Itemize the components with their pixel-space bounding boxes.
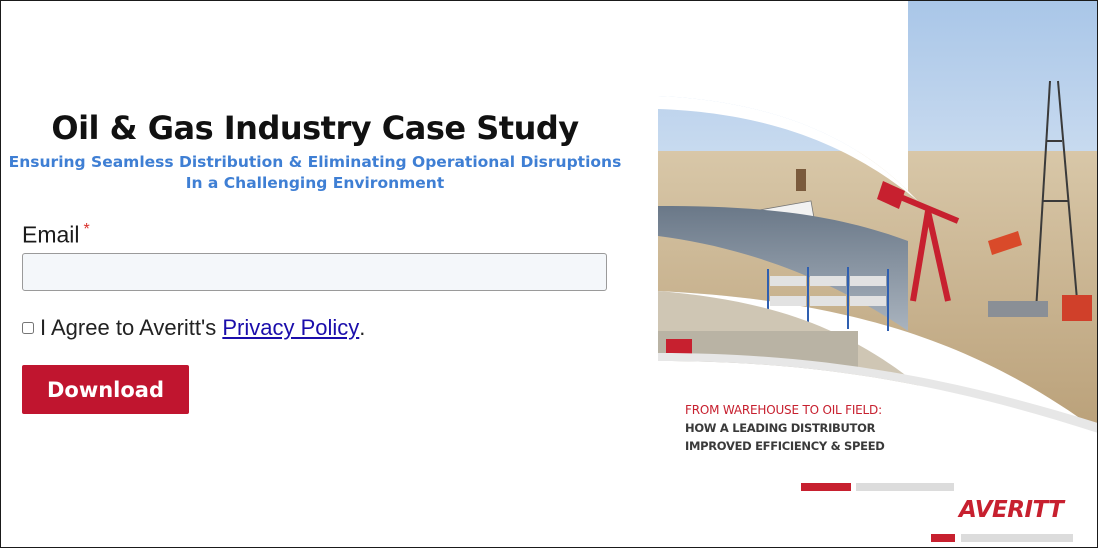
required-marker: * <box>83 221 90 238</box>
cover-headline: FROM WAREHOUSE TO OIL FIELD: <box>685 403 882 417</box>
subtitle-line-2: In a Challenging Environment <box>185 174 445 192</box>
download-button[interactable]: Download <box>22 365 189 414</box>
agree-checkbox[interactable] <box>22 322 34 334</box>
agree-text: I Agree to Averitt's <box>40 315 223 340</box>
email-input[interactable] <box>22 253 607 291</box>
page-subtitle: Ensuring Seamless Distribution & Elimina… <box>1 152 629 194</box>
page-title: Oil & Gas Industry Case Study <box>51 109 579 147</box>
email-label-text: Email <box>22 221 80 248</box>
case-study-cover-image <box>658 1 1097 547</box>
form-pane: Oil & Gas Industry Case Study Ensuring S… <box>1 1 658 547</box>
agree-row: I Agree to Averitt's Privacy Policy. <box>22 315 365 341</box>
download-form-widget: Oil & Gas Industry Case Study Ensuring S… <box>0 0 1098 548</box>
cover-text: FROM WAREHOUSE TO OIL FIELD: HOW A LEADI… <box>685 403 985 453</box>
email-label: Email * <box>22 221 90 249</box>
cover-subline-1: HOW A LEADING DISTRIBUTOR <box>685 421 876 435</box>
agree-period: . <box>359 315 366 340</box>
privacy-policy-link[interactable]: Privacy Policy <box>222 315 359 341</box>
cover-subline-2: IMPROVED EFFICIENCY & SPEED <box>685 439 885 453</box>
subtitle-line-1: Ensuring Seamless Distribution & Elimina… <box>8 153 622 171</box>
averitt-logo: AVERITT <box>959 497 1064 523</box>
